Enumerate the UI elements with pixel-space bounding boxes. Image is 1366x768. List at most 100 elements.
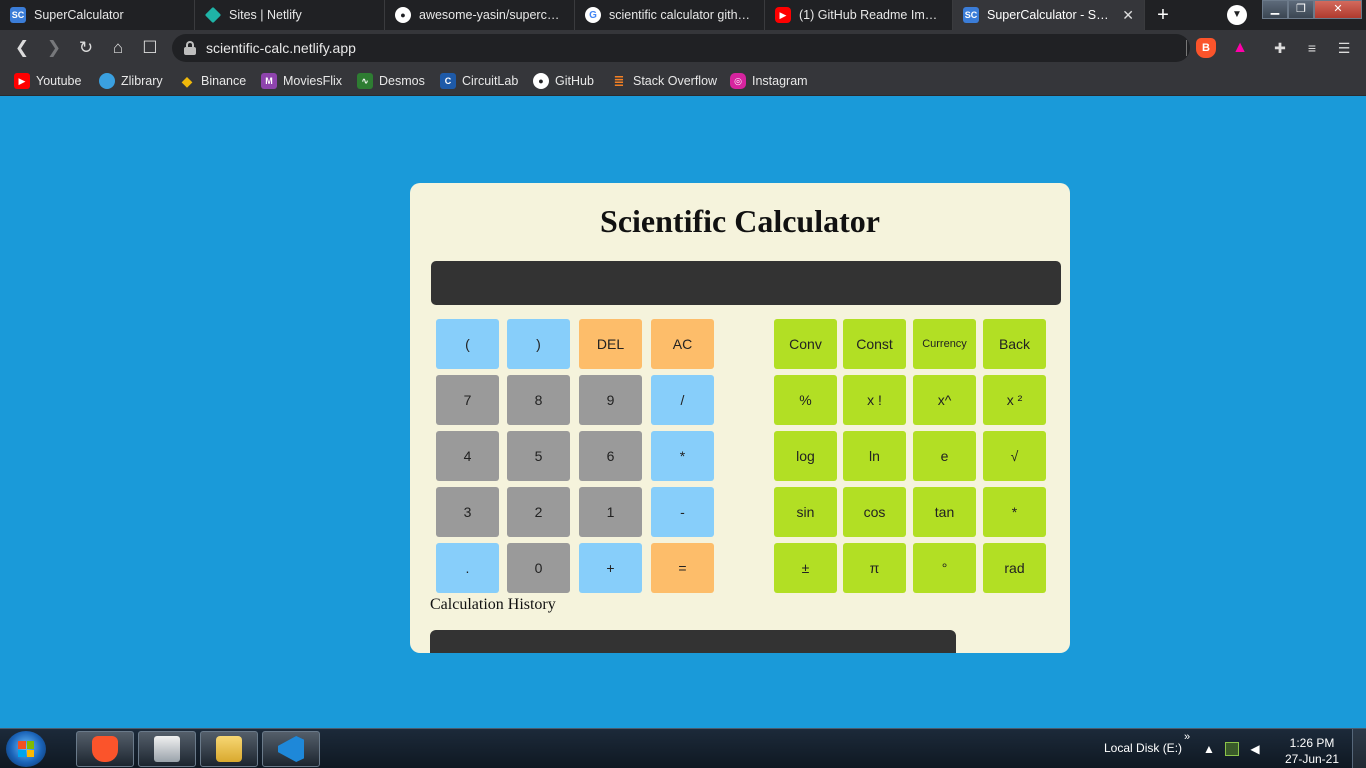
tab-youtube[interactable]: ▶ (1) GitHub Readme Images T [765,0,953,30]
tab-title: scientific calculator github - G [609,8,754,22]
currency-button[interactable]: Currency [913,319,976,369]
close-icon[interactable]: ✕ [1122,7,1134,24]
address-bar[interactable]: scientific-calc.netlify.app [172,34,1190,62]
delete-button[interactable]: DEL [579,319,642,369]
bookmark-stack-overflow[interactable]: ≣ Stack Overflow [611,72,718,90]
clock-time: 1:26 PM [1289,736,1335,750]
power-button[interactable]: x^ [913,375,976,425]
tab-supercalculator[interactable]: SC SuperCalculator [0,0,195,30]
decimal-point-button[interactable]: . [436,543,499,593]
close-window-button[interactable]: ✕ [1314,0,1362,19]
divide-button[interactable]: / [651,375,714,425]
bookmark-moviesflix[interactable]: M MoviesFlix [261,72,342,90]
new-tab-button[interactable]: + [1152,4,1174,26]
taskbar-app-brave[interactable] [76,731,134,767]
network-icon[interactable] [1225,742,1239,756]
taskbar-app-drive[interactable] [138,731,196,767]
back-arrow-icon[interactable]: ❮ [10,36,34,60]
minimize-window-button[interactable]: ▁ [1262,0,1288,19]
plus-minus-button[interactable]: ± [774,543,837,593]
bookmark-zlibrary[interactable]: Zlibrary [99,72,163,90]
tan-button[interactable]: tan [913,487,976,537]
digit-8-button[interactable]: 8 [507,375,570,425]
digit-7-button[interactable]: 7 [436,375,499,425]
ln-button[interactable]: ln [843,431,906,481]
bookmark-icon[interactable]: ☐ [138,36,162,60]
toolbar-expand-icon[interactable]: » [1184,731,1190,743]
digit-6-button[interactable]: 6 [579,431,642,481]
brave-shields-icon[interactable]: B [1196,38,1216,58]
square-root-button[interactable]: √ [983,431,1046,481]
taskbar-app-vscode[interactable] [262,731,320,767]
constants-button[interactable]: Const [843,319,906,369]
menu-icon[interactable]: ☰ [1334,38,1354,58]
maximize-window-button[interactable]: ❐ [1288,0,1314,19]
close-paren-button[interactable]: ) [507,319,570,369]
calculator-display[interactable] [431,261,1061,305]
tab-title: (1) GitHub Readme Images T [799,8,942,22]
tab-supercalculator-scientific[interactable]: SC SuperCalculator - Scienti ✕ [953,0,1145,30]
digit-3-button[interactable]: 3 [436,487,499,537]
home-icon[interactable]: ⌂ [106,36,130,60]
tab-netlify[interactable]: Sites | Netlify [195,0,385,30]
browser-toolbar: ❮ ❯ ↻ ⌂ ☐ scientific-calc.netlify.app B … [0,30,1366,66]
equals-button[interactable]: = [651,543,714,593]
bookmark-label: Binance [201,74,247,88]
digit-0-button[interactable]: 0 [507,543,570,593]
digit-1-button[interactable]: 1 [579,487,642,537]
back-button[interactable]: Back [983,319,1046,369]
degree-button[interactable]: ° [913,543,976,593]
tray-overflow-icon[interactable]: ▲ [1202,742,1216,756]
digit-9-button[interactable]: 9 [579,375,642,425]
show-desktop-button[interactable] [1352,729,1366,768]
desmos-icon: ∿ [357,73,373,89]
cos-button[interactable]: cos [843,487,906,537]
bookmark-label: Instagram [752,74,808,88]
digit-5-button[interactable]: 5 [507,431,570,481]
tab-github-repo[interactable]: ● awesome-yasin/supercalculat [385,0,575,30]
taskbar: Local Disk (E:) » ▲ ◀ 1:26 PM 27-Jun-21 [0,728,1366,768]
radian-button[interactable]: rad [983,543,1046,593]
drive-icon [154,736,180,762]
brave-rewards-icon[interactable]: ▲ [1230,38,1250,58]
netlify-icon [204,6,222,24]
sin-button[interactable]: sin [774,487,837,537]
bookmark-instagram[interactable]: ◎ Instagram [730,72,808,90]
log-button[interactable]: log [774,431,837,481]
square-button[interactable]: x ² [983,375,1046,425]
tab-search-icon[interactable]: ▼ [1227,5,1247,25]
factorial-button[interactable]: x ! [843,375,906,425]
reload-icon[interactable]: ↻ [74,36,98,60]
bookmark-label: Stack Overflow [633,74,718,88]
pi-button[interactable]: π [843,543,906,593]
scientific-multiply-button[interactable]: * [983,487,1046,537]
system-clock[interactable]: 1:26 PM 27-Jun-21 [1282,735,1342,767]
open-paren-button[interactable]: ( [436,319,499,369]
percent-button[interactable]: % [774,375,837,425]
euler-button[interactable]: e [913,431,976,481]
all-clear-button[interactable]: AC [651,319,714,369]
tab-google-search[interactable]: G scientific calculator github - G [575,0,765,30]
start-button[interactable] [6,731,46,767]
conversion-button[interactable]: Conv [774,319,837,369]
forward-arrow-icon[interactable]: ❯ [42,36,66,60]
bookmark-github[interactable]: ● GitHub [533,72,594,90]
tab-strip: SC SuperCalculator Sites | Netlify ● awe… [0,0,1366,30]
page-title: Scientific Calculator [600,203,880,239]
extensions-icon[interactable]: ✚ [1270,38,1290,58]
multiply-button[interactable]: * [651,431,714,481]
bookmark-desmos[interactable]: ∿ Desmos [357,72,425,90]
volume-icon[interactable]: ◀ [1248,742,1262,756]
bookmark-youtube[interactable]: ▶ Youtube [14,72,81,90]
drive-label[interactable]: Local Disk (E:) [1104,741,1182,755]
add-button[interactable]: + [579,543,642,593]
digit-2-button[interactable]: 2 [507,487,570,537]
digit-4-button[interactable]: 4 [436,431,499,481]
bookmark-binance[interactable]: ◆ Binance [179,72,247,90]
history-panel[interactable] [430,630,956,653]
subtract-button[interactable]: - [651,487,714,537]
bookmark-circuitlab[interactable]: C CircuitLab [440,72,518,90]
taskbar-app-file-explorer[interactable] [200,731,258,767]
youtube-icon: ▶ [14,73,30,89]
media-icon[interactable]: ≡ [1302,38,1322,58]
